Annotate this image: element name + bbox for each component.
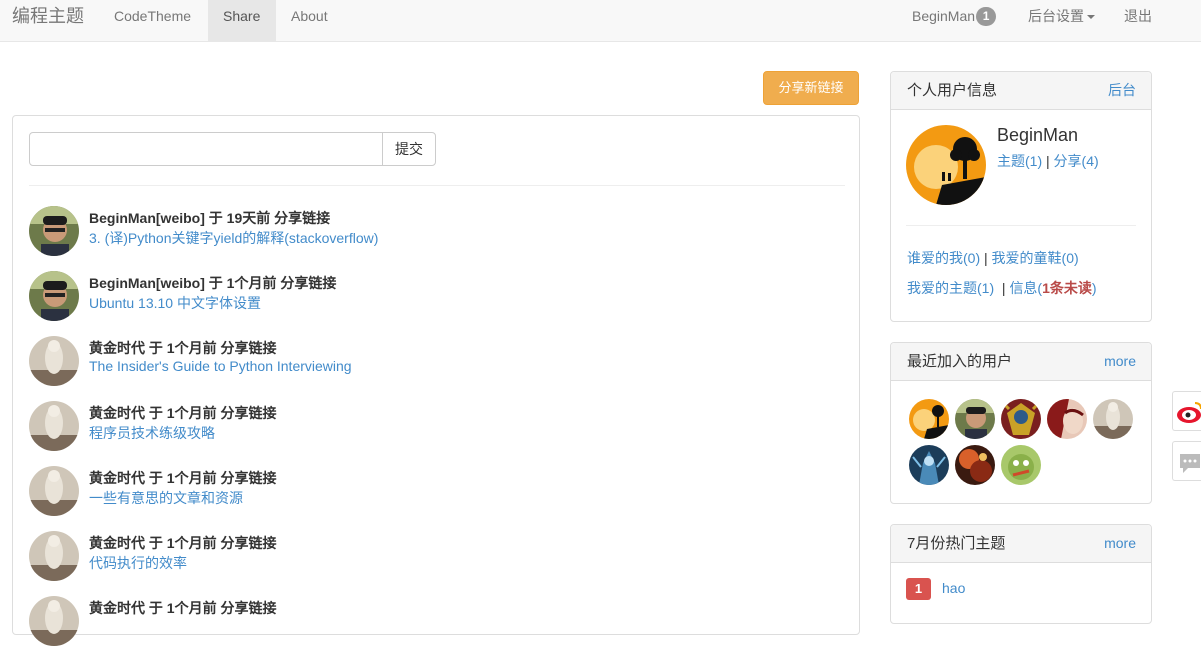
more-link[interactable]: more <box>1104 343 1136 380</box>
separator: | <box>1001 280 1006 296</box>
panel-title: 个人用户信息 <box>907 82 998 99</box>
recent-user-avatar[interactable] <box>1093 399 1133 439</box>
notification-badge: 1 <box>976 7 997 26</box>
nav-item-codetheme[interactable]: CodeTheme <box>99 0 206 41</box>
panel-header: 7月份热门主题 more <box>891 525 1151 563</box>
share-item: 黄金时代 于 1个月前 分享链接 <box>29 596 829 648</box>
panel-header: 最近加入的用户 more <box>891 343 1151 381</box>
link-input[interactable] <box>29 132 383 166</box>
who-loves-me-link[interactable]: 谁爱的我(0) <box>907 250 980 266</box>
user-avatar[interactable] <box>29 531 79 581</box>
recent-user-avatar[interactable] <box>955 445 995 485</box>
share-link[interactable]: The Insider's Guide to Python Interviewi… <box>89 358 352 374</box>
share-link[interactable]: 代码执行的效率 <box>89 553 187 573</box>
weibo-icon <box>1177 402 1201 423</box>
unread-count: 1条未读 <box>1042 280 1092 296</box>
comment-button[interactable] <box>1172 441 1201 481</box>
panel-title: 7月份热门主题 <box>907 535 1006 552</box>
share-link[interactable]: 一些有意思的文章和资源 <box>89 488 243 508</box>
shares-link[interactable]: 分享(4) <box>1054 153 1099 169</box>
user-avatar[interactable] <box>29 466 79 516</box>
share-item: 黄金时代 于 1个月前 分享链接 程序员技术练级攻略 <box>29 401 829 453</box>
nav-item-share[interactable]: Share <box>208 0 276 41</box>
share-link[interactable]: 3. (译)Python关键字yield的解释(stackoverflow) <box>89 228 378 248</box>
my-loves-link[interactable]: 我爱的童鞋(0) <box>992 250 1079 266</box>
share-meta: 黄金时代 于 1个月前 分享链接 <box>89 600 277 616</box>
user-avatar[interactable] <box>29 206 79 256</box>
share-meta: 黄金时代 于 1个月前 分享链接 <box>89 340 277 356</box>
admin-link[interactable]: 后台 <box>1108 72 1136 109</box>
admin-settings-dropdown[interactable]: 后台设置 <box>1013 0 1110 41</box>
recent-users-panel: 最近加入的用户 more <box>890 342 1152 504</box>
hot-topics-panel: 7月份热门主题 more 1 hao <box>890 524 1152 624</box>
share-meta: 黄金时代 于 1个月前 分享链接 <box>89 535 277 551</box>
recent-user-avatar[interactable] <box>909 445 949 485</box>
share-item: 黄金时代 于 1个月前 分享链接 The Insider's Guide to … <box>29 336 829 388</box>
share-new-link-button[interactable]: 分享新链接 <box>763 71 859 105</box>
recent-user-avatar[interactable] <box>909 399 949 439</box>
comment-icon <box>1180 454 1200 473</box>
submit-button[interactable]: 提交 <box>382 132 436 166</box>
user-avatar[interactable] <box>29 271 79 321</box>
share-item: BeginMan[weibo] 于 19天前 分享链接 3. (译)Python… <box>29 206 829 258</box>
share-meta: BeginMan[weibo] 于 1个月前 分享链接 <box>89 275 337 291</box>
separator: | <box>984 250 988 266</box>
top-navbar: 编程主题 CodeTheme Share About BeginMan 1 后台设… <box>0 0 1201 42</box>
nav-user-menu[interactable]: BeginMan 1 <box>897 0 1011 41</box>
brand-logo[interactable]: 编程主题 <box>12 5 84 27</box>
share-list-panel: 提交 BeginMan[weibo] 于 19天前 分享链接 3. (译)Pyt… <box>12 115 860 646</box>
share-item: 黄金时代 于 1个月前 分享链接 一些有意思的文章和资源 <box>29 466 829 518</box>
share-link[interactable]: 程序员技术练级攻略 <box>89 423 215 443</box>
divider <box>906 225 1136 226</box>
profile-love-row: 谁爱的我(0) | 我爱的童鞋(0) <box>907 248 1079 268</box>
nav-username: BeginMan <box>912 8 976 24</box>
user-avatar[interactable] <box>29 401 79 451</box>
share-link[interactable]: Ubuntu 13.10 中文字体设置 <box>89 293 261 313</box>
share-item: BeginMan[weibo] 于 1个月前 分享链接 Ubuntu 13.10… <box>29 271 829 323</box>
recent-user-avatar[interactable] <box>1047 399 1087 439</box>
divider <box>29 185 845 186</box>
weibo-share-button[interactable] <box>1172 391 1201 431</box>
profile-stats: 主题(1) | 分享(4) <box>997 151 1099 171</box>
separator: | <box>1046 153 1050 169</box>
user-avatar[interactable] <box>29 596 79 646</box>
recent-user-avatar[interactable] <box>1001 399 1041 439</box>
recent-user-avatar[interactable] <box>955 399 995 439</box>
share-meta: BeginMan[weibo] 于 19天前 分享链接 <box>89 210 331 226</box>
profile-panel: 个人用户信息 后台 BeginMan 主题(1) | 分享(4) 谁爱的我(0)… <box>890 71 1152 322</box>
hot-topic-link[interactable]: hao <box>942 580 965 596</box>
admin-settings-label: 后台设置 <box>1028 8 1084 24</box>
profile-username: BeginMan <box>997 125 1079 145</box>
share-meta: 黄金时代 于 1个月前 分享链接 <box>89 405 277 421</box>
caret-down-icon <box>1087 15 1095 20</box>
logout-link[interactable]: 退出 <box>1109 0 1167 41</box>
messages-suffix: ) <box>1091 280 1097 296</box>
share-meta: 黄金时代 于 1个月前 分享链接 <box>89 470 277 486</box>
messages-prefix: 信息( <box>1009 280 1043 296</box>
messages-link[interactable]: 信息(1条未读) <box>1009 280 1096 296</box>
profile-avatar[interactable] <box>906 125 986 205</box>
topics-link[interactable]: 主题(1) <box>997 153 1042 169</box>
my-fav-topics-link[interactable]: 我爱的主题(1) <box>907 280 994 296</box>
panel-header: 个人用户信息 后台 <box>891 72 1151 110</box>
nav-item-about[interactable]: About <box>276 0 343 41</box>
recent-user-avatar[interactable] <box>1001 445 1041 485</box>
user-avatar[interactable] <box>29 336 79 386</box>
rank-badge: 1 <box>906 578 931 600</box>
more-link[interactable]: more <box>1104 525 1136 562</box>
share-item: 黄金时代 于 1个月前 分享链接 代码执行的效率 <box>29 531 829 583</box>
panel-title: 最近加入的用户 <box>907 353 1013 370</box>
profile-topic-row: 我爱的主题(1) | 信息(1条未读) <box>907 278 1097 298</box>
